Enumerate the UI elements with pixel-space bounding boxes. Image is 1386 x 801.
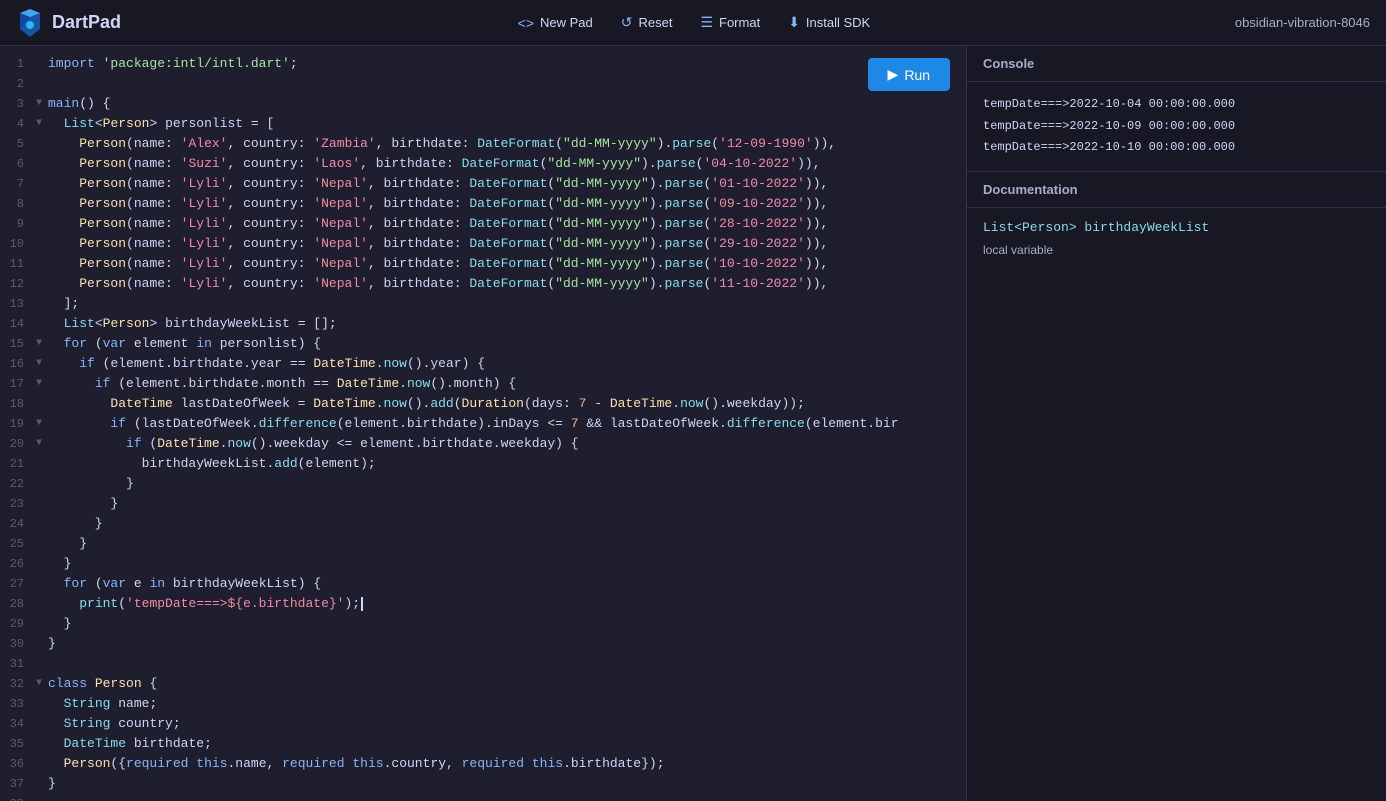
reset-icon: ↺: [621, 14, 633, 31]
new-pad-icon: <>: [518, 15, 534, 31]
code-editor[interactable]: 1 import 'package:intl/intl.dart'; 2 3 ▼…: [0, 46, 966, 801]
code-line: 2: [0, 74, 966, 94]
reset-button[interactable]: ↺ Reset: [611, 8, 683, 37]
console-line: tempDate===>2022-10-10 00:00:00.000: [983, 137, 1370, 159]
code-line: 13 ];: [0, 294, 966, 314]
code-line: 3 ▼ main() {: [0, 94, 966, 114]
code-line: 10 Person(name: 'Lyli', country: 'Nepal'…: [0, 234, 966, 254]
documentation-header: Documentation: [967, 172, 1386, 208]
code-line: 16 ▼ if (element.birthdate.year == DateT…: [0, 354, 966, 374]
documentation-symbol: List<Person> birthdayWeekList: [983, 220, 1370, 235]
logo-text: DartPad: [52, 12, 121, 33]
documentation-section: Documentation List<Person> birthdayWeekL…: [967, 172, 1386, 801]
code-line: 38: [0, 794, 966, 801]
code-line: 4 ▼ List<Person> personlist = [: [0, 114, 966, 134]
run-label: Run: [904, 67, 930, 83]
code-line: 32 ▼ class Person {: [0, 674, 966, 694]
main: ▶ Run 1 import 'package:intl/intl.dart';…: [0, 46, 1386, 801]
code-line: 15 ▼ for (var element in personlist) {: [0, 334, 966, 354]
documentation-description: local variable: [983, 243, 1370, 257]
code-line: 6 Person(name: 'Suzi', country: 'Laos', …: [0, 154, 966, 174]
run-play-icon: ▶: [888, 66, 899, 83]
code-line: 11 Person(name: 'Lyli', country: 'Nepal'…: [0, 254, 966, 274]
code-line: 23 }: [0, 494, 966, 514]
code-line: 28 print('tempDate===>${e.birthdate}');: [0, 594, 966, 614]
nav-actions: <> New Pad ↺ Reset ☰ Format ⬇ Install SD…: [153, 8, 1235, 37]
documentation-content: List<Person> birthdayWeekList local vari…: [967, 208, 1386, 269]
new-pad-button[interactable]: <> New Pad: [508, 9, 603, 37]
right-panel: Console tempDate===>2022-10-04 00:00:00.…: [966, 46, 1386, 801]
session-id: obsidian-vibration-8046: [1235, 15, 1370, 30]
code-line: 19 ▼ if (lastDateOfWeek.difference(eleme…: [0, 414, 966, 434]
code-line: 31: [0, 654, 966, 674]
install-sdk-icon: ⬇: [788, 14, 800, 31]
header: DartPad <> New Pad ↺ Reset ☰ Format ⬇ In…: [0, 0, 1386, 46]
code-line: 7 Person(name: 'Lyli', country: 'Nepal',…: [0, 174, 966, 194]
code-line: 9 Person(name: 'Lyli', country: 'Nepal',…: [0, 214, 966, 234]
format-icon: ☰: [700, 14, 713, 31]
code-line: 37 }: [0, 774, 966, 794]
code-line: 25 }: [0, 534, 966, 554]
install-sdk-label: Install SDK: [806, 15, 870, 30]
code-line: 8 Person(name: 'Lyli', country: 'Nepal',…: [0, 194, 966, 214]
logo-area: DartPad: [16, 9, 121, 37]
console-output: tempDate===>2022-10-04 00:00:00.000 temp…: [967, 82, 1386, 171]
code-line: 24 }: [0, 514, 966, 534]
code-line: 34 String country;: [0, 714, 966, 734]
code-line: 33 String name;: [0, 694, 966, 714]
console-line: tempDate===>2022-10-09 00:00:00.000: [983, 116, 1370, 138]
code-line: 22 }: [0, 474, 966, 494]
format-label: Format: [719, 15, 760, 30]
dartpad-logo-icon: [16, 9, 44, 37]
new-pad-label: New Pad: [540, 15, 593, 30]
install-sdk-button[interactable]: ⬇ Install SDK: [778, 8, 880, 37]
code-line: 36 Person({required this.name, required …: [0, 754, 966, 774]
code-line: 12 Person(name: 'Lyli', country: 'Nepal'…: [0, 274, 966, 294]
code-line: 20 ▼ if (DateTime.now().weekday <= eleme…: [0, 434, 966, 454]
editor-pane: ▶ Run 1 import 'package:intl/intl.dart';…: [0, 46, 966, 801]
console-header: Console: [967, 46, 1386, 82]
run-button[interactable]: ▶ Run: [868, 58, 950, 91]
console-section: Console tempDate===>2022-10-04 00:00:00.…: [967, 46, 1386, 172]
format-button[interactable]: ☰ Format: [690, 8, 770, 37]
console-line: tempDate===>2022-10-04 00:00:00.000: [983, 94, 1370, 116]
code-line: 29 }: [0, 614, 966, 634]
run-button-area: ▶ Run: [868, 58, 950, 91]
code-line: 27 for (var e in birthdayWeekList) {: [0, 574, 966, 594]
code-line: 14 List<Person> birthdayWeekList = [];: [0, 314, 966, 334]
code-line: 21 birthdayWeekList.add(element);: [0, 454, 966, 474]
code-line: 5 Person(name: 'Alex', country: 'Zambia'…: [0, 134, 966, 154]
code-line: 35 DateTime birthdate;: [0, 734, 966, 754]
code-line: 1 import 'package:intl/intl.dart';: [0, 54, 966, 74]
code-line: 18 DateTime lastDateOfWeek = DateTime.no…: [0, 394, 966, 414]
code-line: 17 ▼ if (element.birthdate.month == Date…: [0, 374, 966, 394]
reset-label: Reset: [638, 15, 672, 30]
code-line: 30 }: [0, 634, 966, 654]
code-line: 26 }: [0, 554, 966, 574]
